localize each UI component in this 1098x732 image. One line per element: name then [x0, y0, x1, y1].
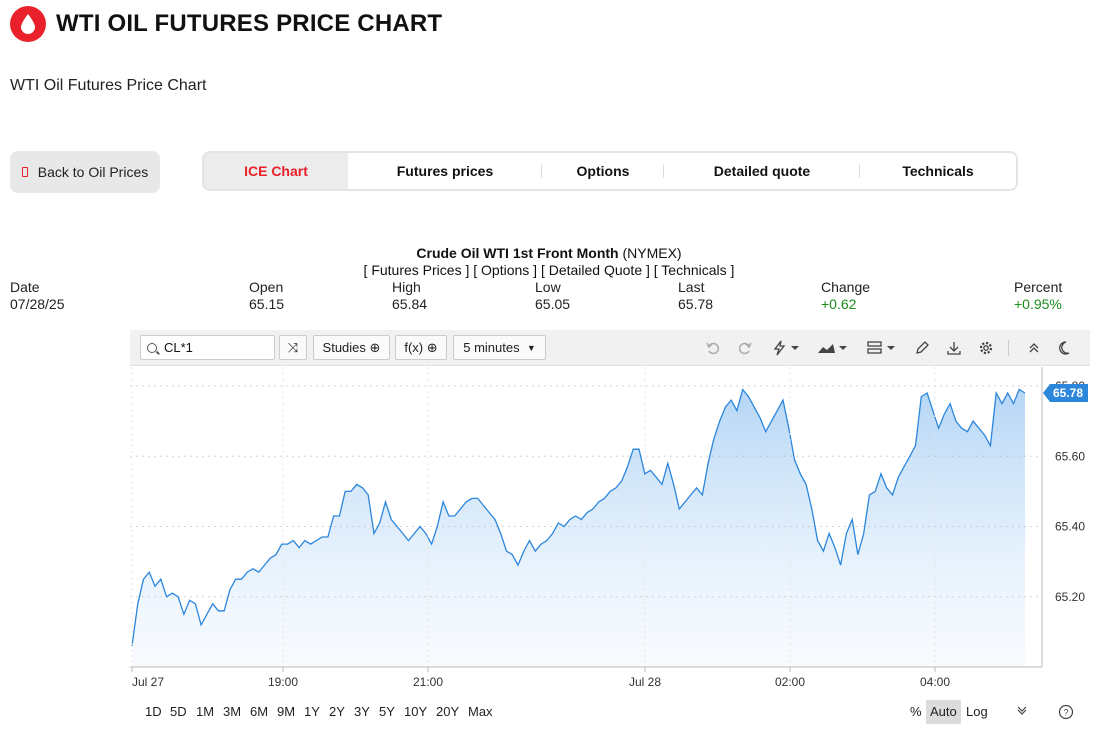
redo-icon[interactable]: [736, 339, 754, 357]
exchange-name: (NYMEX): [622, 245, 682, 261]
search-icon: [147, 342, 157, 353]
studies-button[interactable]: Studies ⊕: [313, 335, 390, 360]
undo-icon[interactable]: [704, 339, 722, 357]
toolbar-divider: [1008, 340, 1009, 356]
download-icon[interactable]: [945, 339, 963, 357]
back-icon: [21, 167, 28, 177]
caret-down-icon: ▼: [526, 342, 536, 353]
help-icon[interactable]: ?: [1058, 704, 1074, 723]
price-area-plot[interactable]: 65.2065.4065.6065.80Jul 2719:0021:00Jul …: [130, 367, 1090, 697]
range-6m[interactable]: 6M: [250, 704, 268, 719]
quote-high: High 65.84: [392, 279, 428, 312]
instrument-name: Crude Oil WTI 1st Front Month: [416, 245, 619, 261]
range-1y[interactable]: 1Y: [304, 704, 320, 719]
log-scale-toggle[interactable]: Log: [966, 704, 988, 719]
quote-low: Low 65.05: [535, 279, 571, 312]
price-area: [132, 389, 1025, 667]
quote-change: Change +0.62: [821, 279, 871, 312]
range-5d[interactable]: 5D: [170, 704, 187, 719]
y-tick-label: 65.40: [1055, 520, 1085, 534]
compare-button[interactable]: ⤨: [279, 335, 307, 360]
tab-ice-chart[interactable]: ICE Chart: [204, 153, 348, 189]
functions-button[interactable]: f(x) ⊕: [395, 335, 447, 360]
range-selector: 1D 5D 1M 3M 6M 9M 1Y 2Y 3Y 5Y 10Y 20Y Ma…: [130, 700, 1090, 726]
x-tick-label: 19:00: [268, 675, 298, 689]
quote-last: Last 65.78: [678, 279, 714, 312]
x-tick-label: Jul 27: [132, 675, 164, 689]
range-1m[interactable]: 1M: [196, 704, 214, 719]
page-subtitle: WTI Oil Futures Price Chart: [10, 77, 207, 94]
price-chart: CL*1 ⤨ Studies ⊕ f(x) ⊕ 5 minutes ▼ 65.2…: [130, 330, 1090, 730]
range-20y[interactable]: 20Y: [436, 704, 459, 719]
y-tick-label: 65.60: [1055, 449, 1085, 463]
page-title: WTI OIL FUTURES PRICE CHART: [56, 10, 443, 37]
tab-options[interactable]: Options: [542, 153, 664, 189]
auto-scale-toggle[interactable]: Auto: [926, 700, 961, 724]
quote-title: Crude Oil WTI 1st Front Month (NYMEX): [0, 245, 1098, 261]
range-2y[interactable]: 2Y: [329, 704, 345, 719]
range-max[interactable]: Max: [468, 704, 493, 719]
back-button-label: Back to Oil Prices: [37, 164, 149, 180]
quote-links[interactable]: [ Futures Prices ] [ Options ] [ Detaile…: [0, 262, 1098, 278]
plus-circle-icon: ⊕: [369, 339, 381, 355]
lightning-dropdown-icon[interactable]: [770, 339, 802, 357]
plus-circle-icon: ⊕: [426, 339, 438, 355]
range-10y[interactable]: 10Y: [404, 704, 427, 719]
quote-percent: Percent +0.95%: [1014, 279, 1063, 312]
range-5y[interactable]: 5Y: [379, 704, 395, 719]
collapse-chevron-icon[interactable]: [1016, 704, 1028, 719]
chevron-up-double-icon[interactable]: [1025, 339, 1043, 357]
quote-date: Date 07/28/25: [10, 279, 65, 312]
oil-drop-logo-icon: [10, 6, 46, 42]
back-to-oil-prices-button[interactable]: Back to Oil Prices: [10, 151, 160, 193]
x-tick-label: 02:00: [775, 675, 805, 689]
chart-type-dropdown-icon[interactable]: [816, 339, 850, 357]
range-1d[interactable]: 1D: [145, 704, 162, 719]
y-tick-label: 65.20: [1055, 590, 1085, 604]
chart-toolbar: CL*1 ⤨ Studies ⊕ f(x) ⊕ 5 minutes ▼: [130, 330, 1090, 366]
interval-select[interactable]: 5 minutes ▼: [453, 335, 546, 360]
symbol-search-input[interactable]: CL*1: [140, 335, 275, 360]
tab-futures-prices[interactable]: Futures prices: [348, 153, 542, 189]
quote-open: Open 65.15: [249, 279, 285, 312]
range-9m[interactable]: 9M: [277, 704, 295, 719]
range-3y[interactable]: 3Y: [354, 704, 370, 719]
gear-icon[interactable]: [977, 339, 995, 357]
page-header: WTI OIL FUTURES PRICE CHART: [10, 6, 442, 42]
chart-tabs: ICE Chart Futures prices Options Detaile…: [202, 151, 1018, 191]
svg-text:?: ?: [1063, 708, 1068, 718]
tab-technicals[interactable]: Technicals: [860, 153, 1016, 189]
layout-dropdown-icon[interactable]: [865, 339, 899, 357]
last-price-label: 65.78: [1053, 386, 1083, 400]
x-tick-label: 21:00: [413, 675, 443, 689]
percent-scale-toggle[interactable]: %: [910, 704, 922, 719]
pencil-icon[interactable]: [913, 339, 931, 357]
tab-detailed-quote[interactable]: Detailed quote: [664, 153, 860, 189]
range-3m[interactable]: 3M: [223, 704, 241, 719]
x-tick-label: 04:00: [920, 675, 950, 689]
x-tick-label: Jul 28: [629, 675, 661, 689]
dark-mode-moon-icon[interactable]: [1057, 339, 1075, 357]
shuffle-icon: ⤨: [287, 339, 299, 355]
